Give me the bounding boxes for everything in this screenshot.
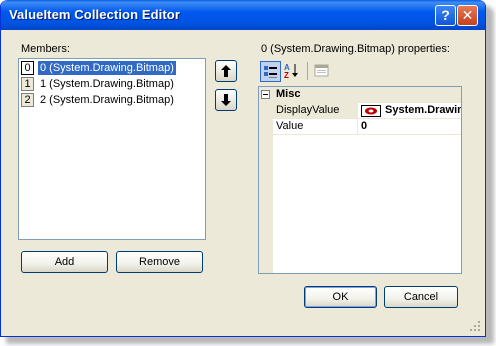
members-list[interactable]: 0 0 (System.Drawing.Bitmap) 1 1 (System.…	[18, 58, 206, 240]
cancel-button[interactable]: Cancel	[384, 286, 458, 308]
alphabetical-button[interactable]: A Z	[282, 61, 303, 82]
category-row[interactable]: Misc	[259, 87, 461, 103]
list-item-index: 2	[21, 93, 34, 107]
category-label: Misc	[276, 88, 301, 100]
svg-text:Z: Z	[284, 71, 289, 80]
list-item[interactable]: 0 0 (System.Drawing.Bitmap)	[20, 60, 204, 76]
property-value: 0	[361, 120, 368, 132]
list-item-index: 0	[21, 61, 34, 75]
resize-grip-icon[interactable]	[469, 320, 481, 332]
property-pages-icon	[314, 64, 329, 77]
property-row-value[interactable]: Value 0	[273, 119, 461, 135]
close-button[interactable]: ✕	[457, 5, 478, 26]
window-title: ValueItem Collection Editor	[9, 7, 181, 22]
property-value: System.Drawing	[385, 104, 461, 116]
collection-editor-dialog: ValueItem Collection Editor ? ✕ Members:…	[0, 0, 486, 337]
properties-label: 0 (System.Drawing.Bitmap) properties:	[261, 43, 450, 55]
list-item-index: 1	[21, 77, 34, 91]
collapse-icon[interactable]	[261, 90, 270, 99]
list-item[interactable]: 1 1 (System.Drawing.Bitmap)	[20, 76, 204, 92]
bitmap-thumbnail-icon	[361, 105, 381, 117]
help-button[interactable]: ?	[435, 5, 456, 26]
ok-button[interactable]: OK	[304, 286, 377, 308]
property-pages-button[interactable]	[312, 61, 333, 82]
toolbar-separator	[307, 62, 308, 80]
arrow-up-icon	[221, 65, 231, 77]
title-bar[interactable]: ValueItem Collection Editor ? ✕	[1, 0, 485, 30]
grid-gutter	[259, 87, 273, 273]
arrow-down-icon	[221, 94, 231, 106]
move-up-button[interactable]	[215, 60, 237, 82]
categorized-icon	[264, 66, 277, 78]
categorized-button[interactable]	[260, 61, 281, 82]
add-button[interactable]: Add	[21, 251, 108, 273]
property-grid[interactable]: Misc DisplayValue System.Drawing Value 0	[258, 86, 462, 274]
members-label: Members:	[21, 43, 70, 55]
property-row-displayvalue[interactable]: DisplayValue System.Drawing	[273, 103, 461, 119]
remove-button[interactable]: Remove	[116, 251, 203, 273]
list-item-label: 1 (System.Drawing.Bitmap)	[40, 78, 174, 90]
list-item[interactable]: 2 2 (System.Drawing.Bitmap)	[20, 92, 204, 108]
property-name: Value	[276, 120, 304, 132]
list-item-label: 0 (System.Drawing.Bitmap)	[38, 61, 176, 75]
alphabetical-sort-icon: A Z	[284, 63, 298, 80]
list-item-label: 2 (System.Drawing.Bitmap)	[40, 94, 174, 106]
property-name: DisplayValue	[276, 104, 340, 116]
move-down-button[interactable]	[215, 89, 237, 111]
